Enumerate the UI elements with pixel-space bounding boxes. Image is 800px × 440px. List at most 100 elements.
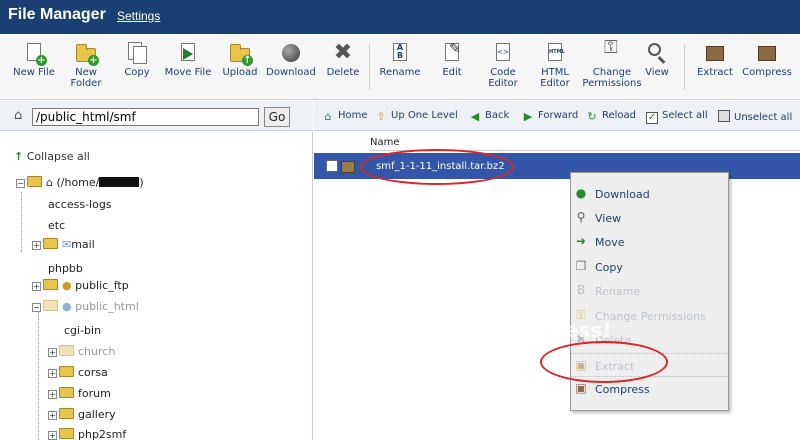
html-editor-icon: HTML xyxy=(544,42,566,64)
menu-item-move[interactable]: ➜ Move xyxy=(571,230,730,254)
upload-button[interactable]: ↑ Upload xyxy=(213,42,267,78)
settings-link[interactable]: Settings xyxy=(117,9,160,23)
menu-item-copy[interactable]: ❐ Copy xyxy=(571,255,730,279)
toolbar: + New File + New Folder Copy Move File ↑ … xyxy=(0,34,800,100)
folder-icon xyxy=(59,387,74,398)
compress-icon: ▣ xyxy=(575,381,587,395)
tree-item-gallery[interactable]: + gallery xyxy=(48,408,116,421)
magnifier-icon xyxy=(646,42,668,64)
tree-item-church[interactable]: + church xyxy=(48,345,115,358)
column-header-name[interactable]: Name xyxy=(370,137,400,148)
up-one-level-label: Up One Level xyxy=(391,110,458,121)
copy-button[interactable]: Copy xyxy=(110,42,164,78)
watermark: ess! xyxy=(565,318,612,342)
folder-icon xyxy=(59,366,74,377)
menu-item-rename[interactable]: B Rename xyxy=(571,279,730,303)
title-bar: File Manager Settings xyxy=(0,0,800,34)
tree-item-label: public_html xyxy=(75,300,139,313)
copy-label: Copy xyxy=(124,67,150,78)
expand-toggle[interactable]: + xyxy=(48,348,57,357)
ftp-icon: ● xyxy=(62,279,72,292)
reload-link[interactable]: ↻ Reload xyxy=(586,110,636,123)
collapse-toggle[interactable]: − xyxy=(32,303,41,312)
menu-item-view[interactable]: ⚲ View xyxy=(571,206,730,230)
home-link[interactable]: ⌂ Home xyxy=(322,110,368,123)
html-editor-label: HTML Editor xyxy=(540,67,570,89)
expand-toggle[interactable]: + xyxy=(32,282,41,291)
tree-item-label: phpbb xyxy=(48,262,83,275)
menu-item-download[interactable]: ● Download xyxy=(571,182,730,206)
tree-item-mail[interactable]: + ✉mail xyxy=(32,238,95,251)
compress-button[interactable]: Compress xyxy=(740,42,794,78)
header-divider xyxy=(370,150,800,151)
move-icon: ➜ xyxy=(575,234,587,248)
file-checkbox[interactable] xyxy=(326,160,338,172)
folder-icon xyxy=(59,345,74,356)
reload-label: Reload xyxy=(602,110,637,121)
code-editor-button[interactable]: <> Code Editor xyxy=(476,42,530,89)
tree-item-php2smf[interactable]: + php2smf xyxy=(48,428,126,440)
tree-item-label: gallery xyxy=(78,408,116,421)
move-file-icon xyxy=(177,42,199,64)
download-icon: ● xyxy=(575,186,587,200)
view-button[interactable]: View xyxy=(630,42,684,78)
expand-toggle[interactable]: + xyxy=(48,369,57,378)
tree-item-forum[interactable]: + forum xyxy=(48,387,111,400)
toolbar-separator xyxy=(684,44,685,90)
edit-button[interactable]: ✎ Edit xyxy=(425,42,479,78)
expand-toggle[interactable]: + xyxy=(32,241,41,250)
collapse-all-link[interactable]: ↑ Collapse all xyxy=(14,150,90,163)
tree-item-etc[interactable]: etc xyxy=(48,219,65,232)
go-button[interactable]: Go xyxy=(264,107,290,127)
home-icon: ⌂ xyxy=(324,110,332,123)
rename-button[interactable]: A B Rename xyxy=(373,42,427,78)
tree-root[interactable]: − ⌂ (/home/) xyxy=(16,176,144,189)
unselect-all-link[interactable]: Unselect all xyxy=(718,110,792,123)
compress-icon xyxy=(756,42,778,64)
tree-item-public-ftp[interactable]: + ● public_ftp xyxy=(32,279,129,292)
file-name[interactable]: smf_1-1-11_install.tar.bz2 xyxy=(376,161,505,172)
expand-toggle[interactable]: + xyxy=(48,411,57,420)
folder-icon xyxy=(43,300,58,311)
tree-root-close: ) xyxy=(139,176,144,189)
html-editor-button[interactable]: HTML HTML Editor xyxy=(528,42,582,89)
folder-tree: ↑ Collapse all − ⌂ (/home/) access-logs e… xyxy=(0,132,313,440)
back-arrow-icon: ◀ xyxy=(470,110,480,123)
delete-button[interactable]: ✖ Delete xyxy=(316,42,370,79)
globe-icon: ● xyxy=(62,300,72,313)
new-file-button[interactable]: + New File xyxy=(7,42,61,78)
tree-item-public-html[interactable]: − ● public_html xyxy=(32,300,139,313)
extract-button[interactable]: Extract xyxy=(688,42,742,78)
tree-root-label: (/home/ xyxy=(56,176,100,189)
copy-icon xyxy=(126,42,148,64)
tree-item-phpbb[interactable]: phpbb xyxy=(48,262,83,275)
tree-item-label: church xyxy=(78,345,116,358)
tree-item-access-logs[interactable]: access-logs xyxy=(48,198,112,211)
expand-toggle[interactable]: + xyxy=(48,390,57,399)
tree-item-corsa[interactable]: + corsa xyxy=(48,366,108,379)
copy-icon: ❐ xyxy=(575,259,587,273)
folder-icon xyxy=(27,176,42,187)
expand-toggle[interactable]: + xyxy=(48,431,57,440)
toolbar-separator xyxy=(369,44,370,90)
collapse-toggle[interactable]: − xyxy=(16,179,25,188)
download-button[interactable]: Download xyxy=(264,42,318,78)
menu-item-compress[interactable]: ▣ Compress xyxy=(571,377,730,401)
tree-item-label: etc xyxy=(48,219,66,232)
path-input[interactable] xyxy=(32,108,259,126)
move-file-button[interactable]: Move File xyxy=(161,42,215,78)
folder-icon xyxy=(43,279,58,290)
new-folder-button[interactable]: + New Folder xyxy=(59,42,113,89)
menu-item-extract[interactable]: ▣ Extract xyxy=(571,353,730,377)
path-bar: ⌂ Go xyxy=(0,101,313,131)
back-link[interactable]: ◀ Back xyxy=(469,110,510,123)
tree-item-cgi-bin[interactable]: cgi-bin xyxy=(64,324,101,337)
delete-label: Delete xyxy=(326,67,360,78)
extract-label: Extract xyxy=(697,67,733,78)
up-one-level-link[interactable]: ⇧ Up One Level xyxy=(375,110,458,123)
app-title: File Manager xyxy=(8,6,106,23)
forward-link[interactable]: ▶ Forward xyxy=(522,110,578,123)
download-label: Download xyxy=(266,67,316,78)
new-file-icon: + xyxy=(23,42,47,66)
select-all-link[interactable]: ✓ Select all xyxy=(646,110,708,124)
